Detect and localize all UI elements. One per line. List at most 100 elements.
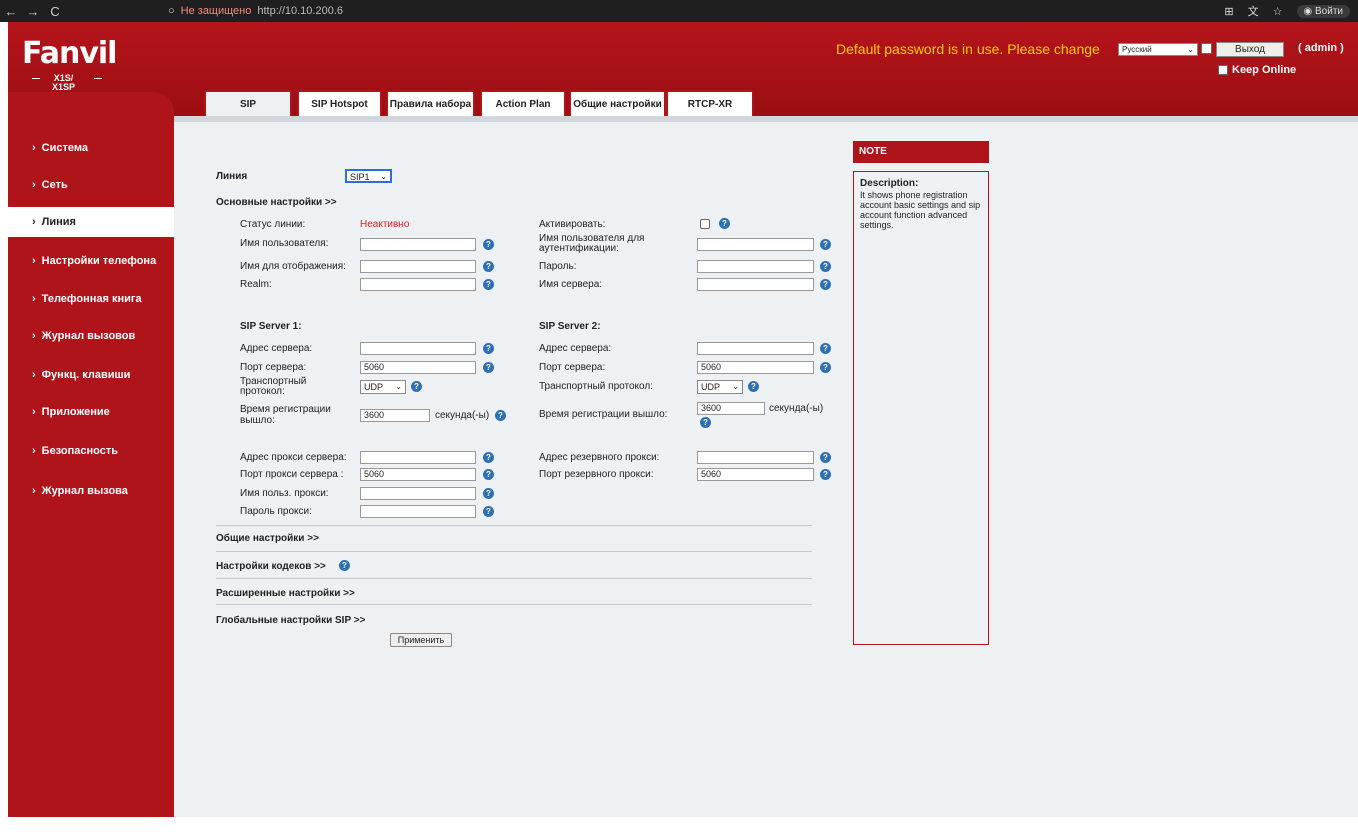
proxy-address-input[interactable] (360, 451, 476, 464)
proxy-user-input[interactable] (360, 487, 476, 500)
display-name-input[interactable] (360, 260, 476, 273)
server-name-label: Имя сервера: (539, 279, 603, 290)
language-select[interactable]: Русский ⌄ (1118, 43, 1198, 56)
help-icon[interactable]: ? (719, 218, 730, 229)
help-icon[interactable]: ? (495, 410, 506, 421)
password-input[interactable] (697, 260, 814, 273)
not-secure-label[interactable]: Не защищено (181, 5, 252, 17)
help-icon[interactable]: ? (820, 343, 831, 354)
backup-proxy-port-label: Порт резервного прокси: (539, 469, 654, 480)
help-icon[interactable]: ? (820, 469, 831, 480)
address-bar[interactable]: ○ Не защищено http://10.10.200.6 (168, 2, 343, 20)
help-icon[interactable]: ? (483, 506, 494, 517)
help-icon[interactable]: ? (748, 381, 759, 392)
tab-general-settings[interactable]: Общие настройки (569, 90, 666, 116)
language-checkbox[interactable] (1201, 43, 1212, 54)
backup-proxy-address-input[interactable] (697, 451, 814, 464)
advanced-settings-header[interactable]: Расширенные настройки >> (216, 588, 355, 599)
sidebar-item-line[interactable]: › Линия (8, 207, 174, 237)
browser-toolbar: ← → C ○ Не защищено http://10.10.200.6 ⊞… (0, 0, 1358, 22)
server1-address-input[interactable] (360, 342, 476, 355)
sidebar-item-phonebook[interactable]: › Телефонная книга (8, 284, 174, 314)
server2-address-input[interactable] (697, 342, 814, 355)
install-icon[interactable]: ⊞ (1224, 5, 1233, 18)
auth-user-label: Имя пользователя для аутентификации: (539, 233, 645, 254)
reg-expire2-input[interactable]: 3600 (697, 402, 765, 415)
sidebar-item-system[interactable]: › Система (8, 133, 174, 163)
display-name-label: Имя для отображения: (240, 261, 346, 272)
chevron-down-icon: ⌄ (395, 382, 402, 391)
server2-port-input[interactable]: 5060 (697, 361, 814, 374)
realm-input[interactable] (360, 278, 476, 291)
keep-online-label: Keep Online (1232, 64, 1297, 76)
help-icon[interactable]: ? (483, 469, 494, 480)
help-icon[interactable]: ? (820, 261, 831, 272)
auth-user-input[interactable] (697, 238, 814, 251)
sidebar-item-network[interactable]: › Сеть (8, 170, 174, 200)
server2-address-label: Адрес сервера: (539, 343, 612, 354)
help-icon[interactable]: ? (483, 452, 494, 463)
sidebar-item-phone-settings[interactable]: › Настройки телефона (8, 246, 174, 276)
seconds2-label: секунда(-ы) (769, 403, 824, 414)
model-name: X1S/ X1SP (52, 74, 75, 92)
tab-sip[interactable]: SIP (204, 90, 292, 116)
back-icon[interactable]: ← (0, 4, 22, 19)
url-text[interactable]: http://10.10.200.6 (257, 5, 343, 17)
help-icon[interactable]: ? (483, 488, 494, 499)
help-icon[interactable]: ? (483, 279, 494, 290)
help-icon[interactable]: ? (339, 560, 350, 571)
sidebar-item-application[interactable]: › Приложение (8, 397, 174, 427)
translate-icon[interactable]: 文 (1248, 3, 1259, 19)
proxy-password-label: Пароль прокси: (240, 506, 312, 517)
profile-button[interactable]: ◉ Войти (1296, 4, 1350, 18)
codec-settings-header[interactable]: Настройки кодеков >> (216, 561, 326, 572)
help-icon[interactable]: ? (820, 239, 831, 250)
keep-online-checkbox[interactable] (1218, 65, 1228, 75)
tab-dial-rules[interactable]: Правила набора (386, 90, 475, 116)
forward-icon[interactable]: → (22, 4, 44, 19)
proxy-address-label: Адрес прокси сервера: (240, 452, 347, 463)
sidebar-item-function-keys[interactable]: › Функц. клавиши (8, 360, 174, 390)
sidebar-item-call-log-2[interactable]: › Журнал вызова (8, 476, 174, 506)
seconds1-label: секунда(-ы) (435, 410, 490, 421)
basic-settings-header[interactable]: Основные настройки >> (216, 197, 337, 208)
help-icon[interactable]: ? (483, 239, 494, 250)
transport2-select[interactable]: UDP ⌄ (697, 380, 743, 394)
transport1-value: UDP (364, 382, 384, 392)
keep-online-toggle[interactable]: Keep Online (1218, 64, 1296, 76)
help-icon[interactable]: ? (700, 417, 711, 428)
server1-port-input[interactable]: 5060 (360, 361, 476, 374)
global-sip-settings-header[interactable]: Глобальные настройки SIP >> (216, 615, 365, 626)
help-icon[interactable]: ? (483, 362, 494, 373)
backup-proxy-port-input[interactable]: 5060 (697, 468, 814, 481)
sidebar-item-security[interactable]: › Безопасность (8, 436, 174, 466)
bookmark-star-icon[interactable]: ☆ (1273, 5, 1283, 18)
apply-button[interactable]: Применить (390, 633, 452, 647)
transport1-select[interactable]: UDP ⌄ (360, 380, 406, 394)
reg-expire1-input[interactable]: 3600 (360, 409, 430, 422)
server-name-input[interactable] (697, 278, 814, 291)
sidebar-item-label: Настройки телефона (41, 255, 157, 267)
help-icon[interactable]: ? (820, 452, 831, 463)
help-icon[interactable]: ? (411, 381, 422, 392)
sidebar-item-label: Безопасность (41, 445, 118, 457)
help-icon[interactable]: ? (483, 261, 494, 272)
username-input[interactable] (360, 238, 476, 251)
sidebar-item-call-log[interactable]: › Журнал вызовов (8, 321, 174, 351)
help-icon[interactable]: ? (483, 343, 494, 354)
help-icon[interactable]: ? (820, 362, 831, 373)
proxy-port-input[interactable]: 5060 (360, 468, 476, 481)
chevron-right-icon: › (32, 179, 36, 191)
reload-icon[interactable]: C (44, 4, 66, 19)
logout-button[interactable]: Выход (1216, 42, 1284, 57)
activate-checkbox[interactable] (700, 219, 710, 229)
line-select[interactable]: SIP1 ⌄ (345, 169, 392, 183)
tab-sip-hotspot[interactable]: SIP Hotspot (297, 90, 382, 116)
tab-rtcp-xr[interactable]: RTCP-XR (666, 90, 754, 116)
help-icon[interactable]: ? (820, 279, 831, 290)
default-password-warning[interactable]: Default password is in use. Please chang… (836, 41, 1100, 57)
sidebar: › Система › Сеть › Линия › Настройки телефон… (8, 92, 174, 817)
tab-action-plan[interactable]: Action Plan (480, 90, 566, 116)
general-settings-header[interactable]: Общие настройки >> (216, 533, 319, 544)
proxy-password-input[interactable] (360, 505, 476, 518)
